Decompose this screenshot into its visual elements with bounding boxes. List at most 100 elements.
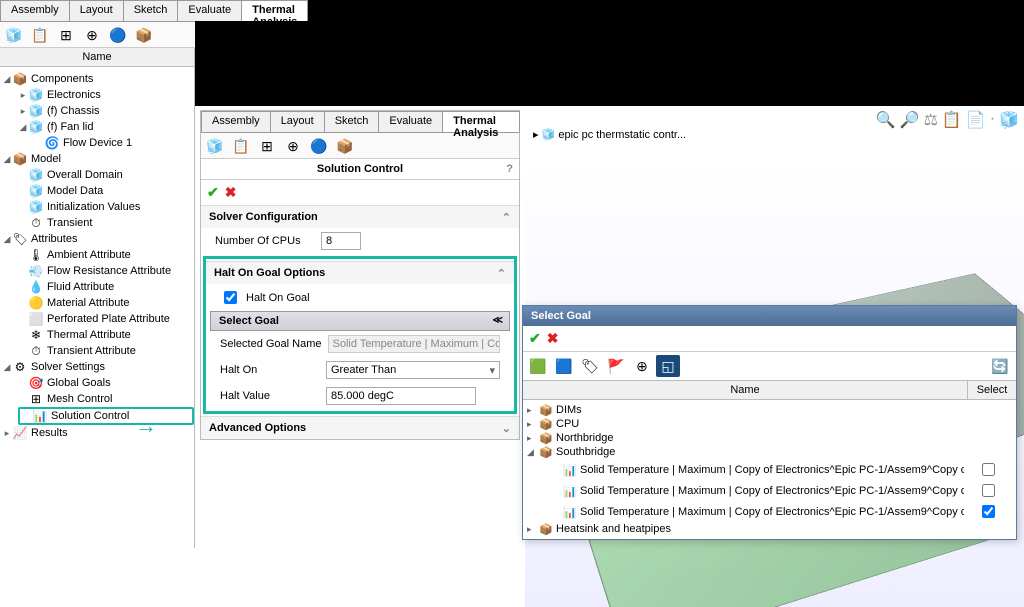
tree-item[interactable]: ⏱Transient Attribute — [18, 343, 194, 359]
goal-item[interactable]: 📊Solid Temperature | Maximum | Copy of E… — [547, 480, 1016, 501]
solution-control-panel: Assembly Layout Sketch Evaluate Thermal … — [200, 110, 520, 440]
goal-select-checkbox[interactable] — [982, 463, 995, 476]
tree-item[interactable]: ▸🧊Electronics — [18, 87, 194, 103]
tab-thermal-analysis[interactable]: Thermal Analysis — [442, 111, 520, 132]
tree-item[interactable]: ⊞Mesh Control — [18, 391, 194, 407]
tree-item[interactable]: 🌀Flow Device 1 — [34, 135, 194, 151]
cancel-button[interactable]: ✖ — [547, 330, 559, 347]
tree-model[interactable]: ◢📦Model — [2, 151, 194, 167]
tree-item[interactable]: 💧Fluid Attribute — [18, 279, 194, 295]
goal-item[interactable]: 📊Solid Temperature | Maximum | Copy of E… — [547, 501, 1016, 522]
tree-item[interactable]: ⏱Transient — [18, 215, 194, 231]
tree-label: Perforated Plate Attribute — [47, 313, 170, 325]
tree-label: Electronics — [47, 89, 101, 101]
tree-item[interactable]: 🧊Initialization Values — [18, 199, 194, 215]
box-icon[interactable]: 📦 — [333, 135, 357, 157]
cpus-input[interactable] — [321, 232, 361, 250]
breadcrumb[interactable]: ▸ 🧊 epic pc thermstatic contr... — [533, 128, 686, 141]
refresh-icon[interactable]: 🔄 — [988, 355, 1012, 377]
list-icon[interactable]: 📋 — [28, 24, 52, 46]
col-select[interactable]: Select — [968, 381, 1016, 399]
goal-select-checkbox[interactable] — [982, 484, 995, 497]
scale-icon[interactable]: ⚖ — [924, 110, 938, 130]
halt-on-combo[interactable]: Greater Than — [326, 361, 500, 379]
goal-item[interactable]: 📊Solid Temperature | Maximum | Copy of E… — [547, 459, 1016, 480]
goal-folder[interactable]: ▸📦CPU — [523, 417, 1016, 431]
ok-button[interactable]: ✔ — [207, 184, 219, 201]
tree-panel: Name ◢📦Components ▸🧊Electronics ▸🧊(f) Ch… — [0, 48, 195, 548]
tree-label: Transient Attribute — [47, 345, 136, 357]
tree-label: Model — [31, 153, 61, 165]
pie-icon[interactable]: 🔵 — [307, 135, 331, 157]
select-goal-button[interactable]: Select Goal≪ — [210, 311, 510, 331]
tree-item[interactable]: 🧊Model Data — [18, 183, 194, 199]
tab-layout[interactable]: Layout — [69, 0, 124, 21]
panel-title: Solution Control? — [201, 159, 519, 180]
cancel-button[interactable]: ✖ — [225, 184, 237, 201]
tree-label: Flow Device 1 — [63, 137, 132, 149]
tab-evaluate[interactable]: Evaluate — [177, 0, 242, 21]
tree-label: Solver Settings — [31, 361, 105, 373]
target-icon[interactable]: ⊕ — [630, 355, 654, 377]
tree-item[interactable]: 🟡Material Attribute — [18, 295, 194, 311]
tree-item[interactable]: ❄Thermal Attribute — [18, 327, 194, 343]
tree-solver[interactable]: ◢⚙Solver Settings — [2, 359, 194, 375]
tree-item[interactable]: ⬜Perforated Plate Attribute — [18, 311, 194, 327]
pie-icon[interactable]: 🔵 — [106, 24, 130, 46]
target-icon[interactable]: ⊕ — [281, 135, 305, 157]
box-icon[interactable]: 📦 — [132, 24, 156, 46]
cube-icon[interactable]: 🧊 — [999, 110, 1019, 130]
filter-icon[interactable]: 🏷 — [578, 355, 602, 377]
advanced-options-section[interactable]: Advanced Options⌄ — [201, 416, 519, 439]
tab-evaluate[interactable]: Evaluate — [378, 111, 443, 132]
cube-green-icon[interactable]: 🟩 — [526, 355, 550, 377]
tree-solution-control[interactable]: 📊Solution Control — [18, 407, 194, 425]
cube-icon[interactable]: 🧊 — [203, 135, 227, 157]
halt-value-input[interactable] — [326, 387, 476, 405]
cube-blue-icon[interactable]: 🟦 — [552, 355, 576, 377]
help-icon[interactable]: ? — [506, 163, 513, 175]
goal-folder[interactable]: ▸📦DIMs — [523, 403, 1016, 417]
goal-folder[interactable]: ◢📦Southbridge — [523, 445, 1016, 459]
tab-assembly[interactable]: Assembly — [0, 0, 70, 21]
tree-item[interactable]: 🧊Overall Domain — [18, 167, 194, 183]
tree-item[interactable]: ▸🧊(f) Chassis — [18, 103, 194, 119]
tree-components[interactable]: ◢📦Components — [2, 71, 194, 87]
flag-icon[interactable]: 🚩 — [604, 355, 628, 377]
tree-item[interactable]: 🌡Ambient Attribute — [18, 247, 194, 263]
halt-goal-section[interactable]: Halt On Goal Options⌃ — [206, 261, 514, 284]
goal-folder[interactable]: ▸📦Northbridge — [523, 431, 1016, 445]
tree-label: Solution Control — [51, 410, 129, 422]
tree-item[interactable]: 🎯Global Goals — [18, 375, 194, 391]
inspect-icon[interactable]: 📋 — [942, 110, 962, 130]
tree-attributes[interactable]: ◢🏷Attributes — [2, 231, 194, 247]
main-tabbar: Assembly Layout Sketch Evaluate Thermal … — [0, 0, 195, 22]
solver-config-section[interactable]: Solver Configuration⌃ — [201, 205, 519, 228]
black-bg-2 — [330, 0, 1024, 106]
tab-layout[interactable]: Layout — [270, 111, 325, 132]
tree-label: (f) Fan lid — [47, 121, 93, 133]
tree-item[interactable]: ◢🧊(f) Fan lid — [18, 119, 194, 135]
goal-folder[interactable]: ▸📦Heatsink and heatpipes — [523, 522, 1016, 536]
col-name[interactable]: Name — [523, 381, 968, 399]
cube-icon[interactable]: 🧊 — [2, 24, 26, 46]
list-icon[interactable]: 📋 — [229, 135, 253, 157]
grid-icon[interactable]: ⊞ — [255, 135, 279, 157]
grid-icon[interactable]: ⊞ — [54, 24, 78, 46]
tree-item[interactable]: 💨Flow Resistance Attribute — [18, 263, 194, 279]
ok-button[interactable]: ✔ — [529, 330, 541, 347]
tree-results[interactable]: ▸📈Results — [2, 425, 194, 441]
target-icon[interactable]: ⊕ — [80, 24, 104, 46]
tab-sketch[interactable]: Sketch — [324, 111, 380, 132]
zoom-fit-icon[interactable]: 🔎 — [900, 110, 920, 130]
halt-on-goal-checkbox[interactable] — [224, 291, 237, 304]
tab-sketch[interactable]: Sketch — [123, 0, 179, 21]
tree-label: Transient — [47, 217, 92, 229]
tab-assembly[interactable]: Assembly — [201, 111, 271, 132]
tab-thermal-analysis[interactable]: Thermal Analysis — [241, 0, 308, 21]
zoom-icon[interactable]: 🔍 — [876, 110, 896, 130]
select-mode-icon[interactable]: ◱ — [656, 355, 680, 377]
callout-arrow-icon: → — [135, 413, 157, 439]
paste-icon[interactable]: 📄 — [966, 110, 986, 130]
goal-select-checkbox[interactable] — [982, 505, 995, 518]
